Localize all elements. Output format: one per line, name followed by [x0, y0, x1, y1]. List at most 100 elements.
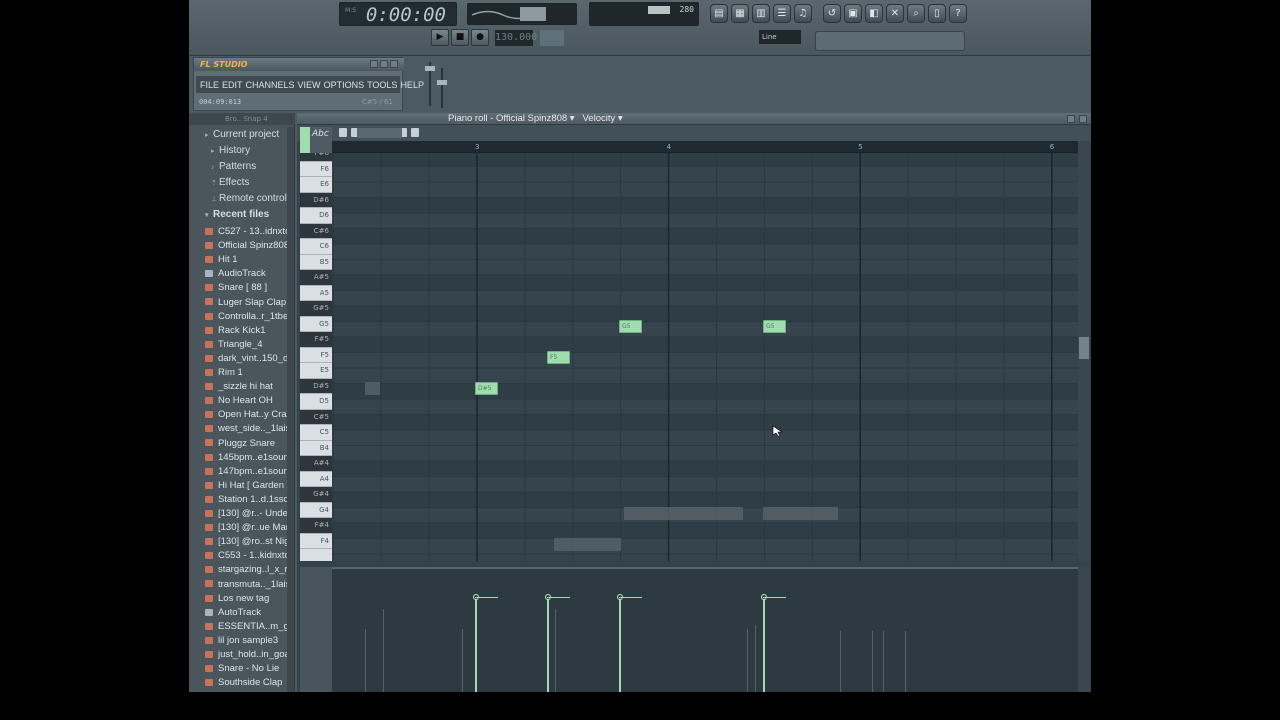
manual-icon[interactable]: ▯ [928, 4, 946, 23]
recent-file-item[interactable]: Official Spinz808 [205, 239, 293, 253]
help-icon[interactable]: ? [949, 4, 967, 23]
piano-key[interactable]: B4 [300, 441, 332, 456]
step-sequencer-icon[interactable]: ▦ [731, 4, 749, 23]
menu-file[interactable]: FILE [200, 80, 219, 90]
playlist-icon[interactable]: ▤ [710, 4, 728, 23]
search-icon[interactable]: ⌕ [907, 4, 925, 23]
stop-button[interactable]: ■ [451, 29, 469, 46]
menu-channels[interactable]: CHANNELS [246, 80, 295, 90]
recent-file-item[interactable]: [130] @r..ue March [205, 521, 293, 535]
snap-mode-selector[interactable]: Line [759, 30, 801, 44]
recent-file-item[interactable]: C553 - 1..kidnxtdoor [205, 549, 293, 563]
piano-key[interactable]: C#6 [300, 223, 332, 239]
recent-file-item[interactable]: Snare [ 88 ] [205, 281, 293, 295]
detach-icon[interactable] [1067, 115, 1075, 123]
close-icon[interactable] [390, 60, 398, 68]
recent-file-item[interactable]: [130] @r..- Undead [205, 507, 293, 521]
piano-key[interactable]: F#5 [300, 332, 332, 348]
piano-key[interactable]: F6 [300, 162, 332, 177]
recent-file-item[interactable]: Rim 1 [205, 366, 293, 380]
piano-key[interactable]: A5 [300, 286, 332, 301]
menu-options[interactable]: OPTIONS [324, 80, 365, 90]
piano-key[interactable]: B5 [300, 255, 332, 270]
folder-recent-files[interactable]: ▾ Recent files [205, 207, 295, 222]
recent-file-item[interactable]: [130] @ro..st Night [205, 535, 293, 549]
velocity-scrollbar[interactable] [1078, 567, 1090, 692]
note-block[interactable]: F5 [547, 351, 570, 364]
velocity-lane[interactable] [332, 567, 1078, 692]
undo-icon[interactable]: ↺ [823, 4, 841, 23]
maximize-icon[interactable] [380, 60, 388, 68]
song-time-display[interactable]: M:S 0:00:00 [339, 2, 457, 26]
recent-file-item[interactable]: Controlla..r_1tbeatz [205, 310, 293, 324]
recent-file-item[interactable]: Southside Clap [205, 676, 293, 690]
note-block[interactable]: D#5 [475, 382, 498, 395]
recent-file-item[interactable]: Hit 1 [205, 253, 293, 267]
tempo-display[interactable]: 130.000 [495, 30, 537, 46]
velocity-bar[interactable] [763, 597, 765, 692]
recent-file-item[interactable]: Station 1..d.1ssosax [205, 493, 293, 507]
pattern-selector[interactable] [540, 30, 564, 46]
piano-key[interactable]: G4 [300, 503, 332, 518]
velocity-bar[interactable] [475, 597, 477, 692]
recent-file-item[interactable]: AutoTrack [205, 606, 293, 620]
piano-key[interactable]: F#4 [300, 518, 332, 534]
minimize-icon[interactable] [370, 60, 378, 68]
recent-file-item[interactable]: Snare - No Lie [205, 662, 293, 676]
menu-edit[interactable]: EDIT [222, 80, 243, 90]
piano-key[interactable]: G#4 [300, 487, 332, 503]
play-button[interactable]: ▶ [431, 29, 449, 46]
piano-key[interactable]: E6 [300, 177, 332, 193]
recent-file-item[interactable]: Rack Kick1 [205, 324, 293, 338]
piano-keyboard[interactable]: F#6 F6 E6 D#6 D6 C#6 C6 B5 A#5 A5 G#5 G5 F#5 F5 E5 D#5 D… [300, 153, 332, 561]
note-block[interactable]: G5 [763, 320, 786, 333]
menu-view[interactable]: VIEW [298, 80, 321, 90]
recent-file-item[interactable]: 147bpm..e1sound [205, 465, 293, 479]
piano-key[interactable]: C6 [300, 239, 332, 255]
browser-icon[interactable]: ☰ [773, 4, 791, 23]
piano-key[interactable]: G5 [300, 317, 332, 332]
master-volume-slider[interactable] [419, 58, 449, 110]
recent-file-item[interactable]: stargazing..l_x_ryfvr [205, 563, 293, 577]
render-icon[interactable]: ◧ [865, 4, 883, 23]
draw-tool-icon[interactable] [300, 127, 310, 153]
piano-key[interactable]: A4 [300, 472, 332, 487]
folder-current-project[interactable]: ▸ Current project [205, 127, 295, 142]
close-icon[interactable] [1079, 115, 1087, 123]
piano-key[interactable]: E5 [300, 363, 332, 379]
piano-key[interactable]: F4 [300, 534, 332, 549]
velocity-bar[interactable] [619, 597, 621, 692]
horizontal-scrollbar[interactable] [357, 128, 402, 138]
piano-key[interactable]: D6 [300, 208, 332, 224]
recent-file-item[interactable]: _sizzle hi hat [205, 380, 293, 394]
piano-key[interactable]: F#6 [300, 153, 332, 162]
vertical-scrollbar[interactable] [1078, 141, 1090, 561]
timeline-ruler[interactable]: 3 4 5 6 [332, 141, 1078, 153]
piano-key[interactable]: A#4 [300, 456, 332, 472]
target-selector[interactable]: Velocity [583, 113, 616, 124]
recent-file-item[interactable]: No Heart OH [205, 394, 293, 408]
piano-key[interactable]: D#6 [300, 192, 332, 208]
mixer-icon[interactable]: ♫ [794, 4, 812, 23]
recent-file-item[interactable]: lil jon sample3 [205, 634, 293, 648]
browser-scrollbar[interactable] [287, 127, 294, 692]
menu-tools[interactable]: TOOLS [367, 80, 397, 90]
recent-file-item[interactable]: Luger Slap Clap [205, 296, 293, 310]
recent-file-item[interactable]: AudioTrack [205, 267, 293, 281]
recent-file-item[interactable]: Triangle_4 [205, 338, 293, 352]
recent-file-item[interactable]: Open Hat..y Cracks ] [205, 408, 293, 422]
recent-file-item[interactable]: Pluggz Snare [205, 437, 293, 451]
piano-roll-icon[interactable]: ▥ [752, 4, 770, 23]
recent-file-item[interactable]: Los new tag [205, 592, 293, 606]
piano-key[interactable]: D#5 [300, 378, 332, 394]
piano-key[interactable]: G#5 [300, 301, 332, 317]
piano-key[interactable]: F5 [300, 348, 332, 363]
recent-file-item[interactable]: dark_vint..150_dmin [205, 352, 293, 366]
record-button[interactable]: ● [471, 29, 489, 46]
recent-file-item[interactable]: transmuta.._1laisvis [205, 578, 293, 592]
recent-file-item[interactable]: west_side.._1laisvis [205, 422, 293, 436]
recent-file-item[interactable]: 145bpm..e1sound [205, 451, 293, 465]
piano-key[interactable]: C5 [300, 425, 332, 441]
note-block[interactable]: G5 [619, 320, 642, 333]
recent-file-item[interactable]: C527 - 13..idnxtdoor [205, 225, 293, 239]
